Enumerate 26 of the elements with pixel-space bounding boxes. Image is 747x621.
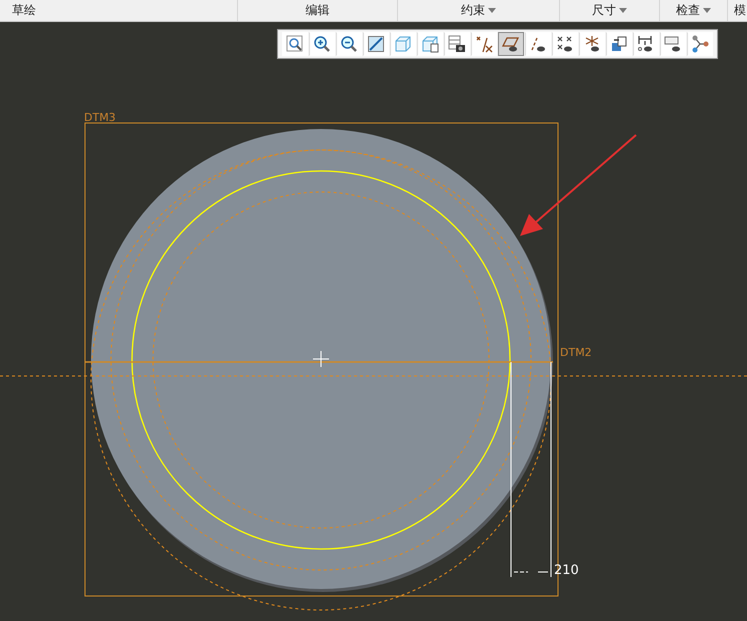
datum-label: DTM2 (560, 346, 592, 359)
cross-marks-icon (475, 35, 493, 53)
datum-label: DTM3 (84, 111, 116, 124)
zoom-in-icon (313, 35, 331, 53)
ribbon-group-label[interactable]: 约束 (461, 2, 496, 19)
ribbon-group-label: 草绘 (12, 2, 36, 19)
zoom-fit-icon (286, 35, 304, 53)
zoom-out-icon (340, 35, 358, 53)
toolbar-button[interactable] (498, 32, 524, 56)
nodes-icon (691, 35, 709, 53)
xx-eye-icon (556, 35, 574, 53)
box-eye-icon (664, 35, 682, 53)
table-camera-icon (448, 35, 466, 53)
plane-eye-icon (502, 35, 520, 53)
dimension-eye-icon (637, 35, 655, 53)
copy-arrow-icon (610, 35, 628, 53)
ribbon-group-label: 编辑 (306, 2, 330, 19)
ribbon-group-label[interactable]: 检查 (676, 2, 711, 19)
axes-eye-icon (583, 35, 601, 53)
slash-eye-icon (529, 35, 547, 53)
repaint-icon (367, 35, 385, 53)
cube-list-icon (421, 35, 439, 53)
center-cross-icon (312, 350, 330, 368)
ribbon-group-label: 模 (734, 2, 746, 19)
ribbon-group-label[interactable]: 尺寸 (592, 2, 627, 19)
cube-icon (394, 35, 412, 53)
